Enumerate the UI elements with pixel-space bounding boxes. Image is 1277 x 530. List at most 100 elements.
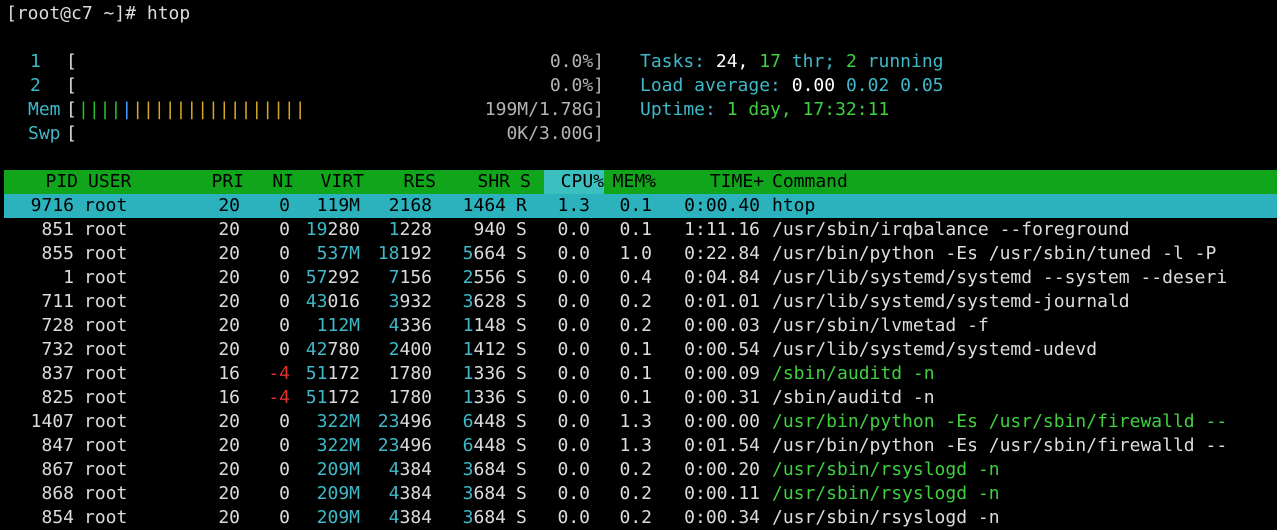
res-cell: 2168: [388, 195, 432, 216]
command-cell: htop: [772, 195, 816, 216]
pri-cell: 20: [218, 459, 240, 480]
user-cell: root: [84, 435, 128, 456]
res-cell: 1780: [388, 387, 432, 408]
cpu-meter-2: 2 [ 0.0%]: [0, 74, 610, 98]
pid-cell: 1407: [30, 411, 74, 432]
process-row[interactable]: 728 root 20 0 112M 4336 1148 S 0.0 0.2 0:00.03/usr…: [4, 314, 1277, 338]
process-row-selected[interactable]: 9716 root 20 0 119M 2168 1464 R 1.3 0.1 0:00.40 hto…: [4, 194, 1277, 218]
col-pid[interactable]: PID: [4, 170, 78, 194]
process-table-header[interactable]: PID USER PRI NI VIRT RES SHR S CPU% MEM%…: [4, 170, 1277, 194]
cpu-cell: 0.0: [557, 339, 590, 360]
process-row[interactable]: 837 root 16 -4 51172 1780 1336 S 0.0 0.1 0:00.09/s…: [4, 362, 1277, 386]
process-row[interactable]: 1 root 20 0 57292 7156 2556 S 0.0 0.4 0:04.84/usr/…: [4, 266, 1277, 290]
user-cell: root: [84, 387, 128, 408]
process-row[interactable]: 732 root 20 0 42780 2400 1412 S 0.0 0.1 0:00.54/us…: [4, 338, 1277, 362]
process-row[interactable]: 867 root 20 0 209M 4384 3684 S 0.0 0.2 0:00.20/usr…: [4, 458, 1277, 482]
tasks-summary: Tasks: 24, 17 thr; 2 running: [640, 51, 944, 72]
command-cell: /usr/sbin/rsyslogd -n: [772, 507, 1000, 528]
col-user[interactable]: USER: [88, 170, 131, 194]
state-cell: R: [516, 195, 527, 216]
shr-cell: 1464: [462, 195, 506, 216]
shr-cell: 1412: [462, 339, 506, 360]
state-cell: S: [516, 267, 527, 288]
process-row[interactable]: 1407 root 20 0 322M 23496 6448 S 0.0 1.3 0:00.00/u…: [4, 410, 1277, 434]
col-mem[interactable]: MEM%: [604, 170, 656, 194]
virt-cell: 322M: [316, 435, 360, 456]
col-time[interactable]: TIME+: [664, 170, 764, 194]
time-cell: 1:11.16: [684, 219, 760, 240]
user-cell: root: [84, 363, 128, 384]
col-shr[interactable]: SHR: [444, 170, 510, 194]
time-cell: 0:00.03: [684, 315, 760, 336]
process-row[interactable]: 711 root 20 0 43016 3932 3628 S 0.0 0.2 0:01.01/us…: [4, 290, 1277, 314]
time-cell: 0:22.84: [684, 243, 760, 264]
cpu-cell: 1.3: [557, 195, 590, 216]
state-cell: S: [516, 435, 527, 456]
ni-cell: 0: [279, 483, 290, 504]
cpu-cell: 0.0: [557, 363, 590, 384]
user-cell: root: [84, 267, 128, 288]
user-cell: root: [84, 459, 128, 480]
mem-cell: 0.1: [619, 387, 652, 408]
col-cpu-sorted[interactable]: CPU%: [544, 170, 604, 194]
shr-cell: 1336: [462, 387, 506, 408]
col-ni[interactable]: NI: [254, 170, 294, 194]
col-virt[interactable]: VIRT: [294, 170, 364, 194]
pid-cell: 728: [41, 315, 74, 336]
col-pri[interactable]: PRI: [184, 170, 244, 194]
pid-cell: 868: [41, 483, 74, 504]
pri-cell: 20: [218, 267, 240, 288]
pri-cell: 20: [218, 411, 240, 432]
command-cell: /usr/bin/python -Es /usr/sbin/firewalld …: [772, 435, 1228, 456]
res-cell: 18192: [377, 243, 432, 264]
virt-cell: 19280: [305, 219, 360, 240]
cpu-cell: 0.0: [557, 267, 590, 288]
shr-cell: 2556: [462, 267, 506, 288]
swap-meter: Swp [ 0K/3.00G]: [0, 122, 610, 146]
state-cell: S: [516, 387, 527, 408]
col-state[interactable]: S: [520, 170, 531, 194]
time-cell: 0:00.40: [684, 195, 760, 216]
col-res[interactable]: RES: [370, 170, 436, 194]
process-row[interactable]: 825 root 16 -4 51172 1780 1336 S 0.0 0.1 0:00.31/s…: [4, 386, 1277, 410]
user-cell: root: [84, 507, 128, 528]
col-command[interactable]: Command: [772, 170, 848, 194]
ni-cell: 0: [279, 315, 290, 336]
shr-cell: 6448: [462, 435, 506, 456]
time-cell: 0:00.11: [684, 483, 760, 504]
state-cell: S: [516, 459, 527, 480]
command-cell: /sbin/auditd -n: [772, 363, 935, 384]
virt-cell: 57292: [305, 267, 360, 288]
state-cell: S: [516, 363, 527, 384]
ni-cell: 0: [279, 291, 290, 312]
shell-prompt: [root@c7 ~]# htop: [6, 3, 191, 24]
process-row[interactable]: 847 root 20 0 322M 23496 6448 S 0.0 1.3 0:01.54/us…: [4, 434, 1277, 458]
virt-cell: 112M: [316, 315, 360, 336]
command-cell: /usr/lib/systemd/systemd --system --dese…: [772, 267, 1228, 288]
res-cell: 4336: [388, 315, 432, 336]
pid-cell: 867: [41, 459, 74, 480]
time-cell: 0:01.54: [684, 435, 760, 456]
mem-meter: Mem [ ||||||||||||||||||||| 199M/1.78G]: [0, 98, 610, 122]
process-row[interactable]: 868 root 20 0 209M 4384 3684 S 0.0 0.2 0:00.11/usr…: [4, 482, 1277, 506]
process-row[interactable]: 851 root 20 0 19280 1228 940 S 0.0 0.1 1:11.16/usr…: [4, 218, 1277, 242]
time-cell: 0:00.31: [684, 387, 760, 408]
user-cell: root: [84, 411, 128, 432]
user-cell: root: [84, 243, 128, 264]
ni-cell: 0: [279, 219, 290, 240]
user-cell: root: [84, 483, 128, 504]
mem-meter-label: Mem: [28, 99, 61, 120]
state-cell: S: [516, 291, 527, 312]
pid-cell: 847: [41, 435, 74, 456]
virt-cell: 51172: [305, 363, 360, 384]
pri-cell: 20: [218, 291, 240, 312]
mem-cell: 0.2: [619, 291, 652, 312]
process-row[interactable]: 855 root 20 0 537M 18192 5664 S 0.0 1.0 0:22.84/us…: [4, 242, 1277, 266]
command-cell: /usr/bin/python -Es /usr/sbin/tuned -l -…: [772, 243, 1217, 264]
pri-cell: 20: [218, 339, 240, 360]
state-cell: S: [516, 339, 527, 360]
ni-cell: 0: [279, 411, 290, 432]
mem-cell: 0.1: [619, 195, 652, 216]
process-row[interactable]: 854 root 20 0 209M 4384 3684 S 0.0 0.2 0:00.34/usr…: [4, 506, 1277, 530]
pid-cell: 855: [41, 243, 74, 264]
